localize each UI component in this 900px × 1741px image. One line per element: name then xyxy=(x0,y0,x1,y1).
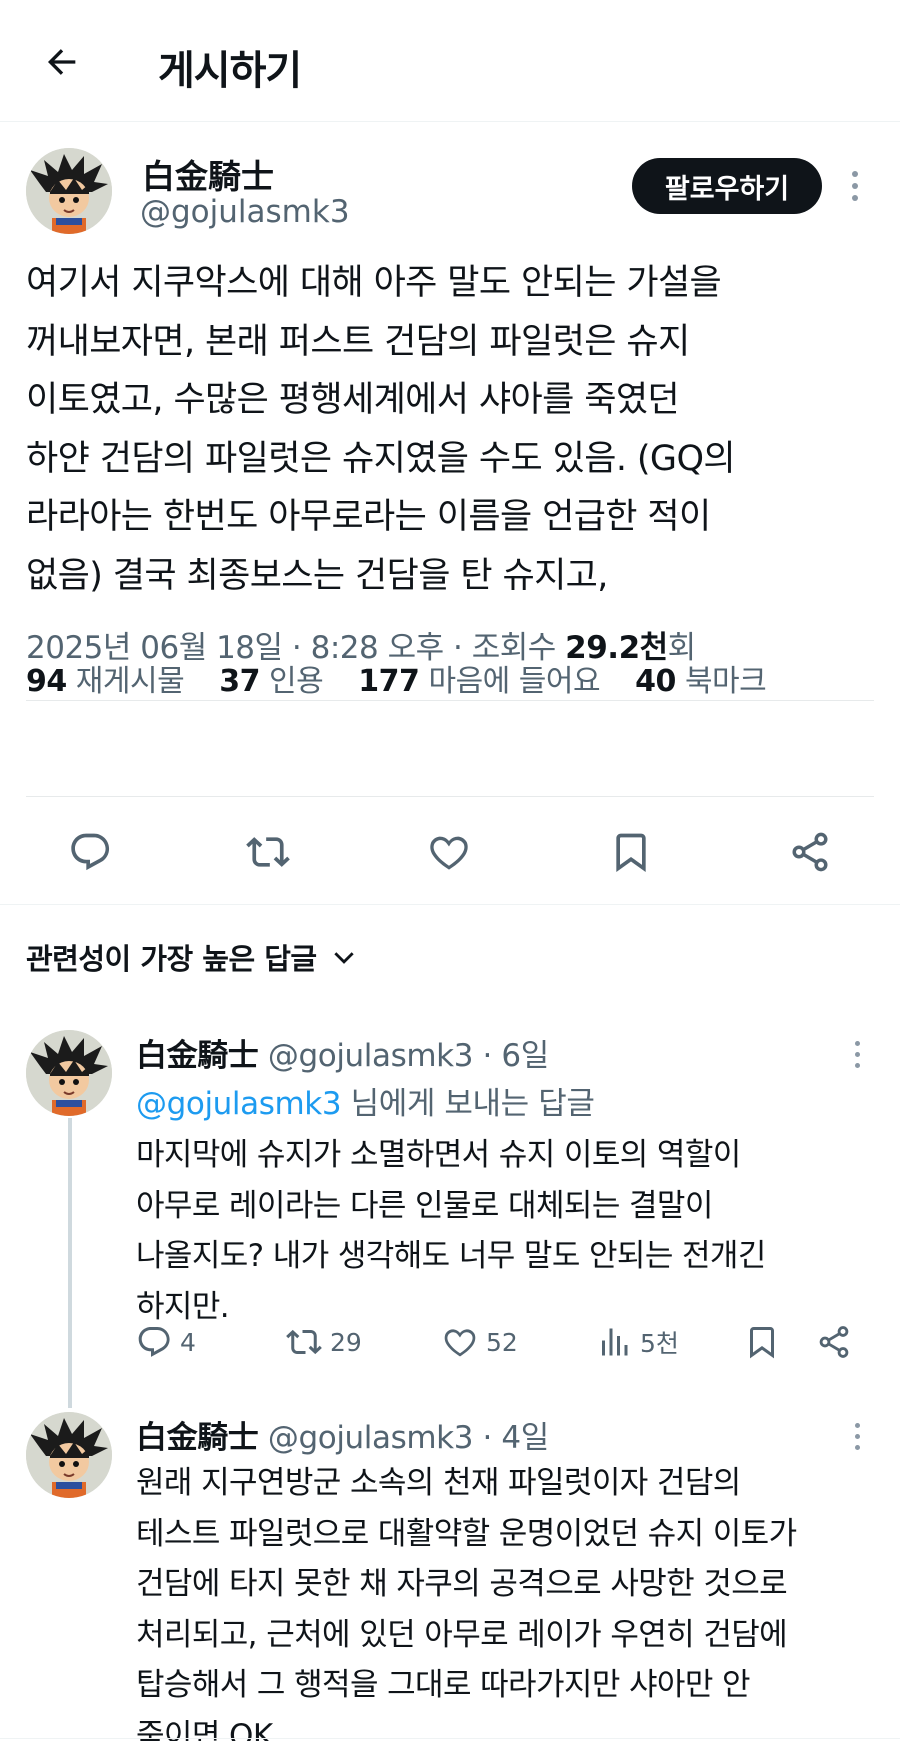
repost-count: 29 xyxy=(330,1327,362,1357)
post-text: 여기서 지쿠악스에 대해 아주 말도 안되는 가설을 꺼내보자면, 본래 퍼스트… xyxy=(26,263,736,596)
reply-button[interactable]: 4 xyxy=(136,1320,196,1364)
avatar-figure-icon xyxy=(26,1030,112,1116)
reply-author-handle[interactable]: @gojulasmk3 xyxy=(268,1038,474,1074)
reply-actions: 4 29 52 5천 xyxy=(136,1320,876,1368)
chevron-down-icon xyxy=(333,952,354,964)
quotes-count[interactable]: 37 xyxy=(219,664,260,699)
reply-to-line: @gojulasmk3 님에게 보내는 답글 xyxy=(136,1078,595,1123)
views-icon xyxy=(602,1328,628,1356)
back-button[interactable] xyxy=(30,30,94,94)
repost-icon[interactable] xyxy=(246,830,290,874)
reposts-count[interactable]: 94 xyxy=(26,664,67,699)
more-options-icon[interactable] xyxy=(845,1416,869,1456)
reply-icon xyxy=(138,1327,170,1357)
reply-header: 白金騎士 @gojulasmk3 · 6일 xyxy=(136,1038,549,1074)
reply-author-handle[interactable]: @gojulasmk3 xyxy=(268,1420,474,1456)
views-count: 5천 xyxy=(640,1329,679,1358)
divider xyxy=(0,904,900,905)
page-title: 게시하기 xyxy=(158,48,302,94)
replies-sort-dropdown[interactable]: 관련성이 가장 높은 답글 xyxy=(26,936,357,978)
repost-icon xyxy=(286,1329,322,1355)
likes-label[interactable]: 마음에 들어요 xyxy=(428,664,600,699)
reply-header: 白金騎士 @gojulasmk3 · 4일 xyxy=(136,1420,549,1456)
reposts-label[interactable]: 재게시물 xyxy=(76,664,185,699)
bookmarks-label[interactable]: 북마크 xyxy=(685,664,767,699)
reply-to-suffix: 님에게 보내는 답글 xyxy=(350,1086,595,1122)
post-stats: 94 재게시물 37 인용 177 마음에 들어요 40 북마크 xyxy=(26,656,792,700)
bookmark-icon xyxy=(750,1327,774,1359)
divider xyxy=(0,1738,900,1739)
reply-text: 원래 지구연방군 소속의 천재 파일럿이자 건담의 테스트 파일럿으로 대활약할… xyxy=(136,1465,797,1741)
like-icon xyxy=(444,1329,476,1357)
likes-count[interactable]: 177 xyxy=(358,664,420,699)
replies-sort-label: 관련성이 가장 높은 답글 xyxy=(26,942,317,976)
like-button[interactable]: 52 xyxy=(442,1320,518,1364)
like-icon[interactable] xyxy=(427,830,471,874)
reply-author-name[interactable]: 白金騎士 xyxy=(136,1038,259,1074)
bookmark-icon[interactable] xyxy=(609,830,653,874)
bookmarks-count[interactable]: 40 xyxy=(635,664,676,699)
arrow-left-icon xyxy=(48,49,76,75)
divider xyxy=(26,796,874,797)
avatar-figure-icon xyxy=(26,148,112,234)
share-icon xyxy=(819,1326,849,1358)
avatar[interactable] xyxy=(26,1030,112,1116)
views-button[interactable]: 5천 xyxy=(596,1320,679,1364)
reply-to-mention[interactable]: @gojulasmk3 xyxy=(136,1086,342,1122)
follow-button[interactable]: 팔로우하기 xyxy=(632,158,822,214)
author-name[interactable]: 白金騎士 xyxy=(142,150,274,198)
share-button[interactable] xyxy=(816,1320,852,1364)
more-options-icon[interactable] xyxy=(840,162,870,210)
more-options-icon[interactable] xyxy=(845,1034,869,1074)
like-count: 52 xyxy=(486,1327,518,1357)
avatar[interactable] xyxy=(26,1412,112,1498)
thread-connector xyxy=(68,1118,72,1408)
reply-text: 마지막에 슈지가 소멸하면서 슈지 이토의 역할이 아무로 레이라는 다른 인물… xyxy=(136,1137,766,1325)
reply-author-name[interactable]: 白金騎士 xyxy=(136,1420,259,1456)
repost-button[interactable]: 29 xyxy=(286,1320,362,1364)
author-handle[interactable]: @gojulasmk3 xyxy=(140,194,350,230)
post-actions xyxy=(0,800,900,904)
reply-icon[interactable] xyxy=(68,830,112,874)
reply-age[interactable]: 4일 xyxy=(501,1420,549,1456)
share-icon[interactable] xyxy=(788,830,832,874)
divider xyxy=(26,700,874,701)
quotes-label[interactable]: 인용 xyxy=(269,664,324,699)
reply-age[interactable]: 6일 xyxy=(501,1038,549,1074)
top-bar: 게시하기 xyxy=(0,0,900,122)
reply-count: 4 xyxy=(180,1327,196,1357)
avatar-figure-icon xyxy=(26,1412,112,1498)
avatar[interactable] xyxy=(26,148,112,234)
bookmark-button[interactable] xyxy=(744,1320,780,1364)
